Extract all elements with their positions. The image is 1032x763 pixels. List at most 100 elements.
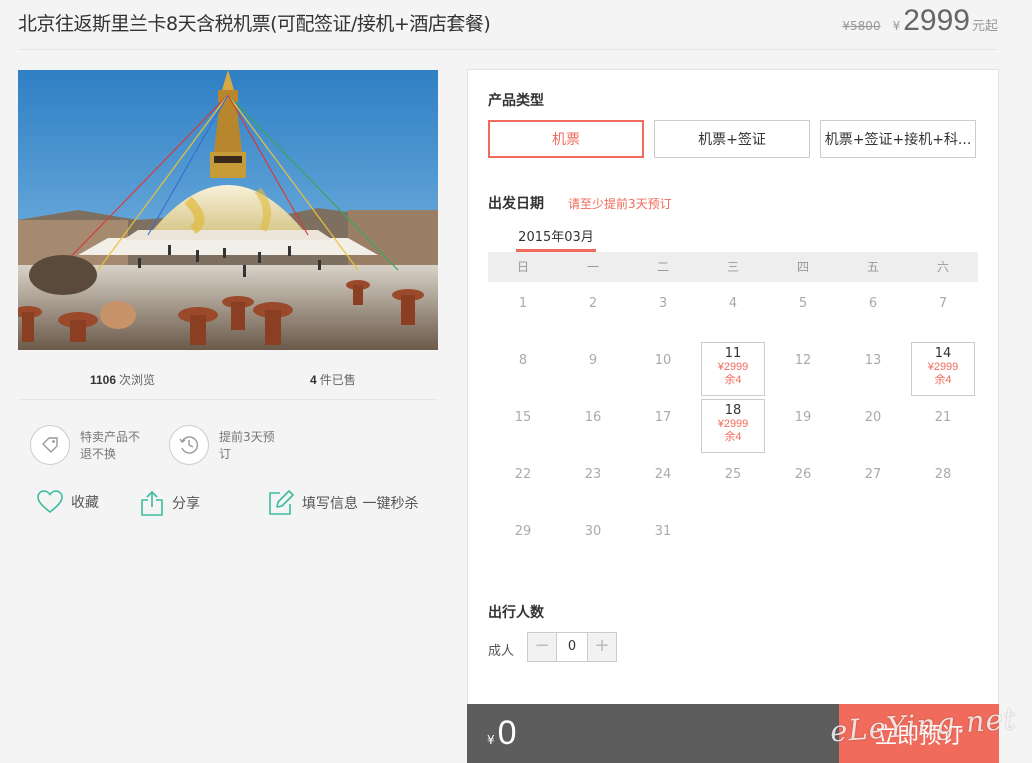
calendar-day: 13 — [838, 339, 908, 396]
day-number: 25 — [724, 467, 742, 482]
day-number: 24 — [654, 467, 672, 482]
type-option-full-package[interactable]: 机票+签证+接机+科... — [820, 120, 976, 158]
favorite-label: 收藏 — [71, 495, 99, 511]
weekday-thu: 四 — [796, 260, 809, 274]
features-row: 特卖产品不退不换 提前3天预订 — [18, 400, 438, 480]
product-type-title: 产品类型 — [488, 93, 544, 109]
product-type-options: 机票 机票+签证 机票+签证+接机+科... — [488, 120, 986, 158]
quick-book-button[interactable]: 填写信息 一键秒杀 — [268, 490, 418, 516]
calendar-day: 12 — [768, 339, 838, 396]
calendar-grid: 1 2 3 4 5 6 7 8 9 10 11 ¥2999 余4 12 13 14 ¥2999 余4 15 16 17 1… — [488, 282, 978, 567]
day-number: 5 — [798, 296, 808, 311]
adult-label: 成人 — [488, 644, 515, 659]
calendar-day: 30 — [558, 510, 628, 567]
favorite-button[interactable]: 收藏 — [37, 490, 99, 514]
clock-icon — [169, 425, 209, 465]
day-number: 13 — [864, 353, 882, 368]
feature-advance-booking: 提前3天预订 — [169, 425, 285, 465]
calendar-day: 28 — [908, 453, 978, 510]
day-number: 26 — [794, 467, 812, 482]
current-price: 2999 — [903, 4, 970, 37]
calendar-weekday-header: 日 一 二 三 四 五 六 — [488, 252, 978, 282]
day-number: 9 — [588, 353, 598, 368]
weekday-fri: 五 — [866, 260, 879, 274]
calendar-day-available[interactable]: 18 ¥2999 余4 — [701, 399, 765, 453]
day-number: 19 — [794, 410, 812, 425]
heart-icon — [37, 490, 63, 514]
total-value: 0 — [497, 714, 517, 752]
weekday-sat: 六 — [936, 260, 949, 274]
decrement-button[interactable]: − — [528, 633, 556, 661]
day-number: 29 — [514, 524, 532, 539]
calendar-day: 9 — [558, 339, 628, 396]
day-number: 11 — [724, 346, 742, 361]
type-option-flight-visa[interactable]: 机票+签证 — [654, 120, 810, 158]
day-number: 12 — [794, 353, 812, 368]
day-number: 23 — [584, 467, 602, 482]
calendar-day: 23 — [558, 453, 628, 510]
day-number: 3 — [658, 296, 668, 311]
day-number: 17 — [654, 410, 672, 425]
calendar-day: 24 — [628, 453, 698, 510]
calendar-day: 10 — [628, 339, 698, 396]
day-number: 7 — [938, 296, 948, 311]
day-remaining: 余4 — [934, 374, 952, 386]
feature-text: 特卖产品不退不换 — [80, 430, 141, 461]
calendar-day-available[interactable]: 14 ¥2999 余4 — [911, 342, 975, 396]
day-number: 15 — [514, 410, 532, 425]
departure-date-title: 出发日期 — [488, 196, 544, 212]
weekday-sun: 日 — [516, 260, 529, 274]
calendar-day: 2 — [558, 282, 628, 339]
tag-icon — [30, 425, 70, 465]
weekday-tue: 二 — [656, 260, 669, 274]
type-option-flight[interactable]: 机票 — [488, 120, 644, 158]
calendar-day: 15 — [488, 396, 558, 453]
calendar-day: 1 — [488, 282, 558, 339]
adult-quantity-stepper: − 0 + — [527, 632, 617, 662]
day-price: ¥2999 — [717, 361, 749, 373]
calendar-day: 25 — [698, 453, 768, 510]
sold-label: 件已售 — [319, 373, 356, 387]
calendar-day-available[interactable]: 11 ¥2999 余4 — [701, 342, 765, 396]
day-remaining: 余4 — [724, 374, 742, 386]
day-number: 22 — [514, 467, 532, 482]
calendar-day: 3 — [628, 282, 698, 339]
day-number: 28 — [934, 467, 952, 482]
share-icon — [141, 490, 163, 516]
calendar-day: 17 — [628, 396, 698, 453]
actions-row: 收藏 分享 填写信息 一键秒杀 — [18, 480, 438, 530]
currency-symbol: ¥ — [892, 19, 901, 33]
page-header: 北京往返斯里兰卡8天含税机票(可配签证/接机+酒店套餐) ¥5800 ¥ 299… — [18, 0, 998, 50]
calendar-day: 26 — [768, 453, 838, 510]
day-number: 20 — [864, 410, 882, 425]
day-price: ¥2999 — [927, 361, 959, 373]
calendar-day: 16 — [558, 396, 628, 453]
increment-button[interactable]: + — [588, 633, 616, 661]
weekday-mon: 一 — [586, 260, 599, 274]
day-number: 16 — [584, 410, 602, 425]
calendar-day: 7 — [908, 282, 978, 339]
day-number: 31 — [654, 524, 672, 539]
share-button[interactable]: 分享 — [140, 490, 200, 516]
travelers-title: 出行人数 — [488, 605, 544, 621]
day-number: 6 — [868, 296, 878, 311]
calendar-day: 5 — [768, 282, 838, 339]
day-number: 4 — [728, 296, 738, 311]
quick-book-label: 填写信息 一键秒杀 — [302, 496, 419, 512]
views-count: 1106 — [90, 373, 117, 387]
adult-count[interactable]: 0 — [556, 633, 588, 661]
stats-bar: 1106 次浏览 4 件已售 — [18, 350, 438, 400]
day-number: 8 — [518, 353, 528, 368]
views-stat: 1106 次浏览 — [90, 371, 155, 388]
calendar-day: 19 — [768, 396, 838, 453]
edit-icon — [269, 490, 294, 515]
stupa-photo-image — [18, 70, 438, 350]
month-tab[interactable]: 2015年03月 — [516, 226, 596, 252]
day-number: 21 — [934, 410, 952, 425]
product-photo — [18, 70, 438, 350]
calendar-day: 29 — [488, 510, 558, 567]
weekday-wed: 三 — [726, 260, 739, 274]
feature-no-refund: 特卖产品不退不换 — [30, 425, 146, 465]
day-number: 10 — [654, 353, 672, 368]
sold-count: 4 — [310, 373, 317, 387]
